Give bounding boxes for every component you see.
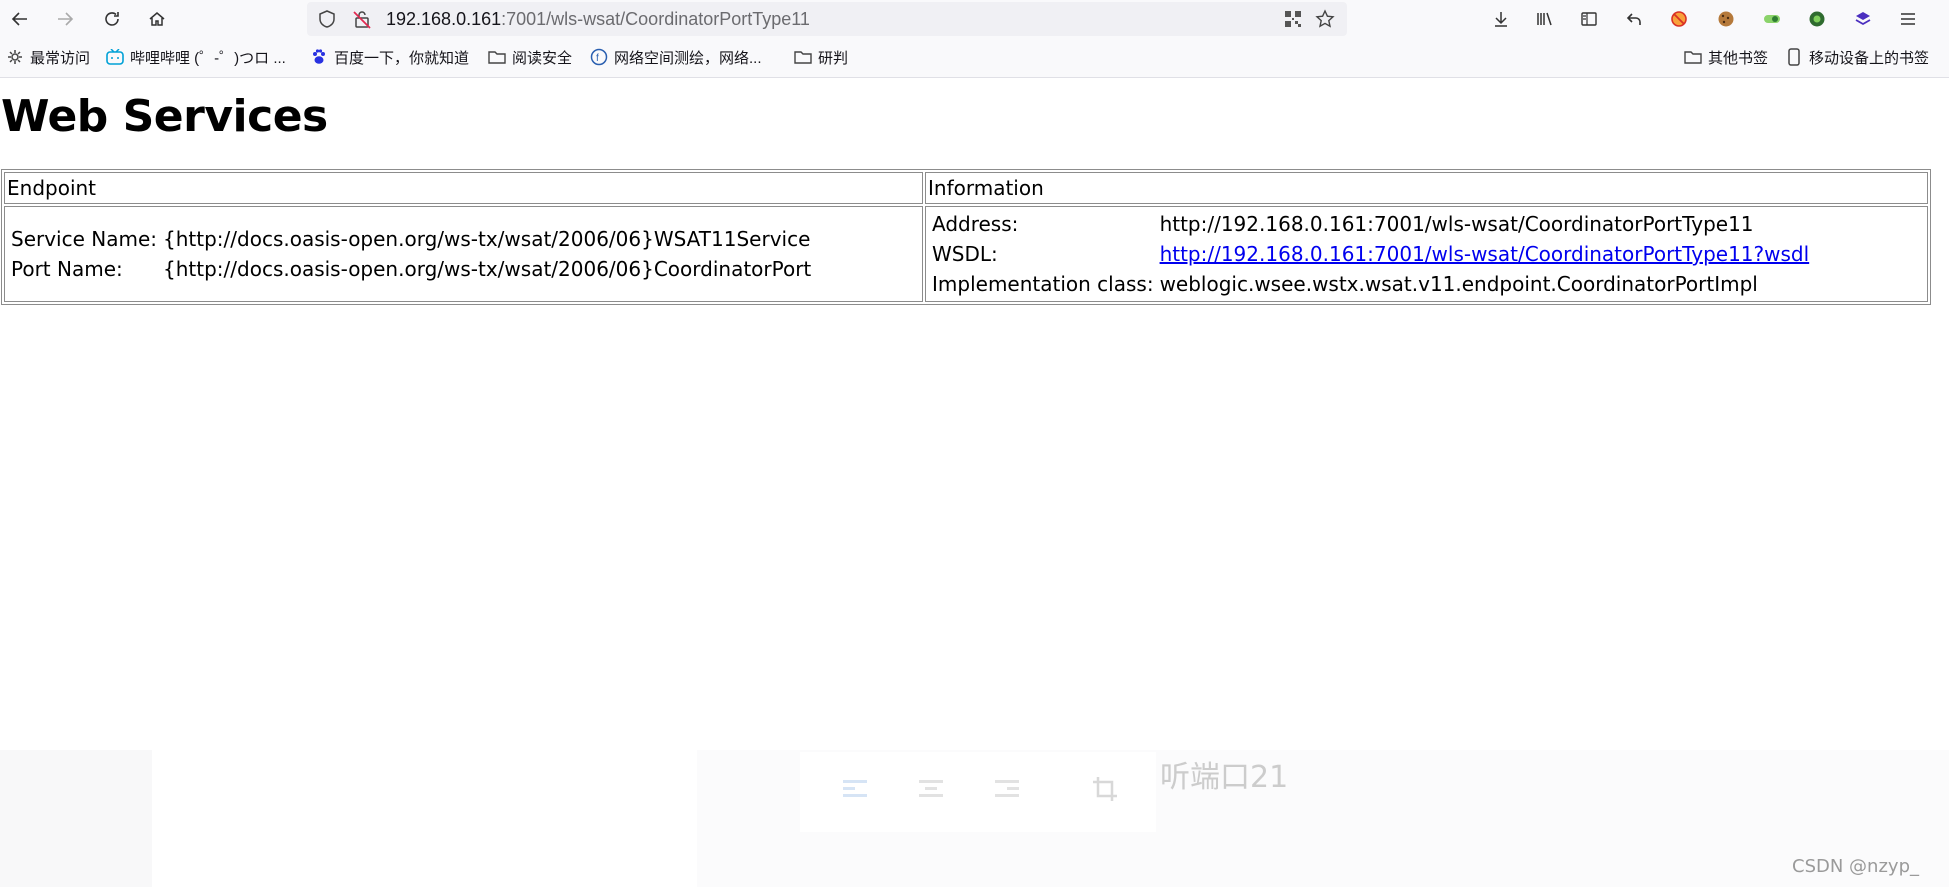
home-icon <box>149 12 165 26</box>
service-name-label: Service Name: <box>11 227 158 251</box>
menu-button[interactable] <box>1894 5 1922 33</box>
back-arrow-icon <box>11 12 27 26</box>
page-title: Web Services <box>1 91 328 142</box>
cookie-extension-button[interactable] <box>1712 5 1740 33</box>
reload-button[interactable] <box>98 5 126 33</box>
bookmark-label: 百度一下，你就知道 <box>334 49 470 67</box>
information-cell: Address: http://192.168.0.161:7001/wls-w… <box>925 206 1928 302</box>
download-icon <box>1495 12 1507 27</box>
table-header-row: Endpoint Information <box>4 172 1928 204</box>
bookmark-mobile[interactable]: 移动设备上的书签 <box>1785 47 1929 67</box>
bookmark-label: 阅读安全 <box>512 49 573 67</box>
address-value: http://192.168.0.161:7001/wls-wsat/Coord… <box>1159 212 1754 236</box>
align-left-icon <box>843 780 867 797</box>
forward-button[interactable] <box>51 5 79 33</box>
service-name-value: {http://docs.oasis-open.org/ws-tx/wsat/2… <box>163 227 811 251</box>
purple-layers-icon <box>1855 12 1871 26</box>
web-services-table: Endpoint Information Service Name: {http… <box>1 169 1931 305</box>
bookmarks-bar: 最常访问 哔哩哔哩 (゜-゜)つロ ... 百度一下，你就知道 阅读安全 f 网… <box>0 37 1949 78</box>
wsdl-link[interactable]: http://192.168.0.161:7001/wls-wsat/Coord… <box>1160 242 1810 266</box>
table-row: Service Name: {http://docs.oasis-open.or… <box>4 206 1928 302</box>
undo-close-button[interactable] <box>1620 5 1648 33</box>
folder-icon <box>488 48 506 66</box>
port-name-value: {http://docs.oasis-open.org/ws-tx/wsat/2… <box>163 257 812 281</box>
port-name-label: Port Name: <box>11 257 123 281</box>
green-orb-icon <box>1809 11 1825 27</box>
insecure-lock-icon[interactable] <box>352 9 372 29</box>
csdn-watermark: CSDN @nzyp_ <box>1792 856 1919 877</box>
library-icon <box>1537 12 1552 26</box>
bookmark-bilibili[interactable]: 哔哩哔哩 (゜-゜)つロ ... <box>106 47 286 67</box>
reload-icon <box>105 12 119 26</box>
bilibili-icon <box>106 48 124 66</box>
implementation-class-value: weblogic.wsee.wstx.wsat.v11.endpoint.Coo… <box>1159 272 1758 296</box>
toggle-icon <box>1764 15 1780 23</box>
bookmark-fofa[interactable]: f 网络空间测绘，网络... <box>590 47 762 67</box>
undo-arrow-icon <box>1626 13 1641 25</box>
baidu-paw-icon <box>310 48 328 66</box>
url-text[interactable]: 192.168.0.161:7001/wls-wsat/CoordinatorP… <box>386 9 810 29</box>
wsdl-label: WSDL: <box>932 242 998 266</box>
hamburger-menu-icon <box>1901 13 1915 25</box>
bookmark-folder-reading[interactable]: 阅读安全 <box>488 47 572 67</box>
address-bar[interactable]: 192.168.0.161:7001/wls-wsat/CoordinatorP… <box>307 2 1347 36</box>
endpoint-details: Service Name: {http://docs.oasis-open.or… <box>7 223 815 285</box>
toggle-extension-button[interactable] <box>1758 5 1786 33</box>
bookmark-label: 移动设备上的书签 <box>1809 49 1930 67</box>
bookmark-label: 最常访问 <box>30 49 91 67</box>
fofa-icon: f <box>590 48 608 66</box>
forward-arrow-icon <box>58 12 74 26</box>
address-label: Address: <box>932 212 1019 236</box>
bookmark-other[interactable]: 其他书签 <box>1684 47 1768 67</box>
bookmark-label: 其他书签 <box>1708 49 1769 67</box>
bookmark-label: 研判 <box>818 49 849 67</box>
information-details: Address: http://192.168.0.161:7001/wls-w… <box>928 208 1813 300</box>
sidebar-icon <box>1581 12 1597 26</box>
url-path: :7001/wls-wsat/CoordinatorPortType11 <box>501 9 810 29</box>
qr-code-icon[interactable] <box>1283 9 1303 29</box>
bookmark-baidu[interactable]: 百度一下，你就知道 <box>310 47 469 67</box>
block-extension-button[interactable] <box>1665 5 1693 33</box>
library-button[interactable] <box>1530 5 1558 33</box>
sidebar-button[interactable] <box>1575 5 1603 33</box>
implementation-class-label: Implementation class: <box>932 272 1154 296</box>
align-center-icon <box>919 780 943 797</box>
align-right-icon <box>995 780 1019 797</box>
back-button[interactable] <box>6 5 34 33</box>
gear-icon <box>6 48 24 66</box>
faded-caption-text: 听端口21 <box>1160 760 1289 795</box>
purple-extension-button[interactable] <box>1849 5 1877 33</box>
faded-toolbar-panel <box>800 752 1156 832</box>
faded-overlay-left <box>0 750 152 887</box>
folder-icon <box>1684 48 1702 66</box>
folder-icon <box>794 48 812 66</box>
svg-text:f: f <box>596 53 599 64</box>
shield-icon[interactable] <box>317 9 337 29</box>
bookmark-most-visited[interactable]: 最常访问 <box>6 47 90 67</box>
url-host: 192.168.0.161 <box>386 9 502 29</box>
bookmark-label: 网络空间测绘，网络... <box>614 49 762 67</box>
header-information: Information <box>925 172 1928 204</box>
mobile-icon <box>1785 48 1803 66</box>
browser-toolbar: 192.168.0.161:7001/wls-wsat/CoordinatorP… <box>0 0 1949 37</box>
green-extension-button[interactable] <box>1803 5 1831 33</box>
home-button[interactable] <box>143 5 171 33</box>
crop-icon <box>1093 777 1117 801</box>
bookmark-label: 哔哩哔哩 (゜-゜)つロ ... <box>130 49 286 67</box>
bookmark-star-icon[interactable] <box>1315 9 1335 29</box>
block-icon <box>1671 11 1687 27</box>
downloads-button[interactable] <box>1487 5 1515 33</box>
bookmark-folder-judge[interactable]: 研判 <box>794 47 848 67</box>
cookie-icon <box>1718 11 1734 27</box>
endpoint-cell: Service Name: {http://docs.oasis-open.or… <box>4 206 923 302</box>
header-endpoint: Endpoint <box>4 172 923 204</box>
